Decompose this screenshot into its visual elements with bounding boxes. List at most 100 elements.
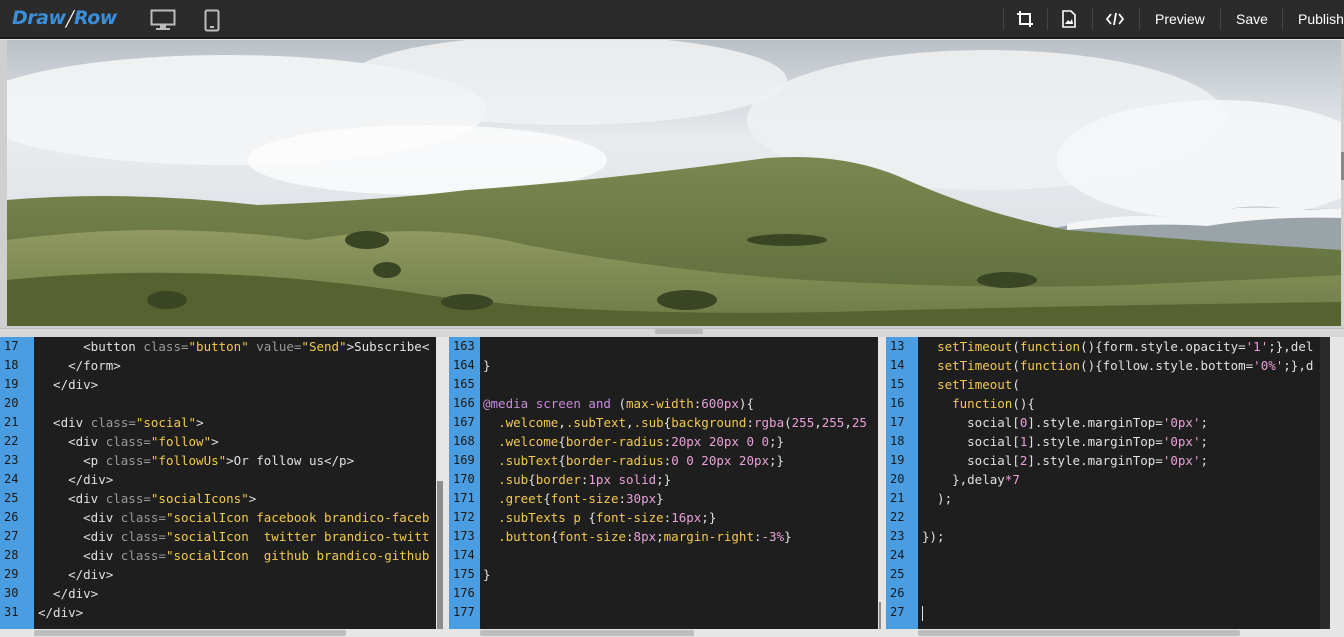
css-code-line[interactable] (483, 546, 878, 565)
line-number: 21 (4, 415, 19, 429)
css-code-line[interactable] (483, 375, 878, 394)
code-token: { (543, 491, 551, 506)
html-code-line[interactable]: <div class="socialIcon facebook brandico… (38, 508, 436, 527)
js-editor-scrollbar[interactable] (1320, 337, 1330, 629)
js-code-line[interactable]: function(){ (922, 394, 1320, 413)
save-button[interactable]: Save (1236, 10, 1268, 28)
code-token: class= (143, 339, 189, 354)
html-code-line[interactable]: <div class="socialIcon twitter brandico-… (38, 527, 436, 546)
js-code-line[interactable] (922, 584, 1320, 603)
code-token: 25 (851, 415, 867, 430)
html-code-line[interactable]: </div> (38, 565, 436, 584)
brush-icon: ╱ (65, 10, 75, 28)
html-code-line[interactable]: <div class="follow"> (38, 432, 436, 451)
css-code-line[interactable]: .welcome{border-radius:20px 20px 0 0;} (483, 432, 878, 451)
line-number: 174 (453, 548, 475, 562)
js-code-line[interactable] (922, 546, 1320, 565)
js-code-line[interactable]: }); (922, 527, 1320, 546)
css-code-line[interactable]: } (483, 565, 878, 584)
css-code-line[interactable]: .sub{border:1px solid;} (483, 470, 878, 489)
css-code-area[interactable]: } @media screen and (max-width:600px){ .w… (480, 337, 878, 629)
crop-icon[interactable] (1016, 10, 1034, 28)
js-code-area[interactable]: setTimeout(function(){form.style.opacity… (918, 337, 1320, 629)
toolbar-divider (1003, 8, 1004, 30)
css-line-gutter: 163 164 165 166 167 168 169 170 171 172 173 174 175 1… (449, 337, 480, 629)
html-code-line[interactable]: </div> (38, 470, 436, 489)
css-code-line[interactable]: } (483, 356, 878, 375)
css-code-line[interactable]: @media screen and (max-width:600px){ (483, 394, 878, 413)
css-code-line[interactable]: .button{font-size:8px;margin-right:-3%} (483, 527, 878, 546)
logo-text-left: Draw (12, 7, 66, 29)
code-token: <div (38, 434, 106, 449)
line-number: 168 (453, 434, 475, 448)
preview-button[interactable]: Preview (1155, 10, 1205, 28)
css-code-line[interactable] (483, 337, 878, 356)
js-code-line[interactable]: setTimeout( (922, 375, 1320, 394)
css-hscroll-thumb[interactable] (480, 630, 694, 636)
code-icon[interactable] (1105, 10, 1125, 28)
html-scrollbar-thumb[interactable] (437, 481, 443, 629)
desktop-icon[interactable] (150, 9, 176, 35)
css-code-line[interactable] (483, 603, 878, 622)
line-number: 19 (4, 377, 19, 391)
line-number: 173 (453, 529, 475, 543)
html-code-line[interactable]: <p class="followUs">Or follow us</p> (38, 451, 436, 470)
html-code-line[interactable]: <button class="button" value="Send">Subs… (38, 337, 436, 356)
css-code-line[interactable]: .greet{font-size:30px} (483, 489, 878, 508)
js-code-line[interactable]: },delay*7 (922, 470, 1320, 489)
code-token: function (1019, 339, 1081, 354)
code-token: ].style.marginTop= (1027, 453, 1163, 468)
js-code-line[interactable]: setTimeout(function(){form.style.opacity… (922, 337, 1320, 356)
html-editor[interactable]: 17 18 19 20 21 22 23 24 25 26 27 28 29 30 31 <button c… (0, 337, 436, 629)
js-code-line[interactable] (922, 603, 1320, 622)
html-code-line[interactable]: </div> (38, 584, 436, 603)
js-code-line[interactable]: ); (922, 489, 1320, 508)
css-code-line[interactable] (483, 584, 878, 603)
html-code-line[interactable]: </div> (38, 603, 436, 622)
code-token: ].style.marginTop= (1027, 434, 1163, 449)
code-token: .subText (498, 453, 559, 468)
js-hscrollbar[interactable] (886, 629, 1344, 637)
code-token: .subTexts p (498, 510, 581, 525)
line-number: 25 (890, 567, 905, 581)
code-token: } (784, 529, 792, 544)
html-code-line[interactable]: <div class="socialIcons"> (38, 489, 436, 508)
html-code-line[interactable]: </form> (38, 356, 436, 375)
html-hscrollbar[interactable] (0, 629, 444, 637)
html-code-area[interactable]: <button class="button" value="Send">Subs… (34, 337, 436, 629)
js-code-line[interactable] (922, 508, 1320, 527)
css-code-line[interactable]: .subText{border-radius:0 0 20px 20px;} (483, 451, 878, 470)
js-code-line[interactable]: social[1].style.marginTop='0px'; (922, 432, 1320, 451)
css-editor[interactable]: 163 164 165 166 167 168 169 170 171 172 173 174 175 1… (449, 337, 878, 629)
line-number: 19 (890, 453, 905, 467)
html-editor-scrollbar[interactable] (436, 337, 444, 629)
code-token: -3% (761, 529, 785, 544)
js-hscroll-thumb[interactable] (918, 630, 1240, 636)
js-code-line[interactable] (922, 565, 1320, 584)
html-code-line[interactable]: <div class="socialIcon github brandico-g… (38, 546, 436, 565)
code-token: : (746, 415, 754, 430)
image-icon[interactable] (1061, 10, 1079, 28)
mobile-icon[interactable] (204, 9, 220, 37)
css-code-line[interactable]: .welcome,.subText,.sub{background:rgba(2… (483, 413, 878, 432)
html-code-line[interactable]: </div> (38, 375, 436, 394)
css-hscrollbar[interactable] (449, 629, 881, 637)
html-code-line[interactable]: <div class="social"> (38, 413, 436, 432)
js-code-line[interactable]: social[2].style.marginTop='0px'; (922, 451, 1320, 470)
line-number: 21 (890, 491, 905, 505)
js-code-line[interactable]: setTimeout(function(){follow.style.botto… (922, 356, 1320, 375)
js-code-line[interactable]: social[0].style.marginTop='0px'; (922, 413, 1320, 432)
html-code-line[interactable] (38, 394, 436, 413)
js-editor[interactable]: 13 14 15 16 17 18 19 20 21 22 23 24 25 26 27 setTimeou… (886, 337, 1320, 629)
line-number: 175 (453, 567, 475, 581)
publish-button[interactable]: Publish (1298, 10, 1344, 28)
line-number: 29 (4, 567, 19, 581)
splitter-grip[interactable] (655, 329, 703, 334)
code-token: ){ (738, 396, 754, 411)
code-token: (){ (1012, 396, 1035, 411)
html-hscroll-thumb[interactable] (34, 630, 346, 636)
app-logo[interactable]: Draw╱Row (12, 7, 117, 29)
css-code-line[interactable]: .subTexts p {font-size:16px;} (483, 508, 878, 527)
code-token: .subText (565, 415, 627, 430)
